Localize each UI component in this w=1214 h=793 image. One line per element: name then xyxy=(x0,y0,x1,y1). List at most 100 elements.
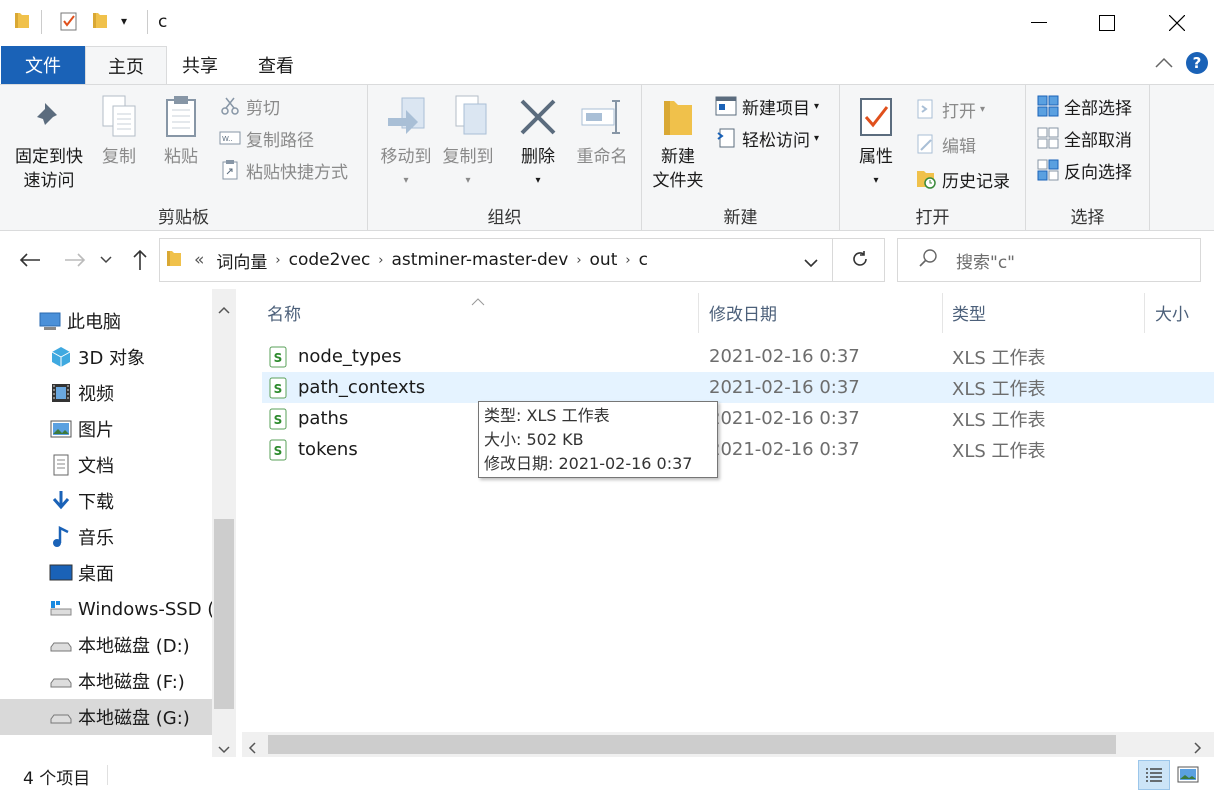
delete-button[interactable]: 删除 ▾ xyxy=(514,93,562,193)
chevron-right-icon[interactable]: › xyxy=(275,253,280,268)
copy-to-button[interactable]: 复制到 ▾ xyxy=(436,93,500,193)
tab-home[interactable]: 主页 xyxy=(85,46,167,85)
minimize-button[interactable] xyxy=(1004,0,1074,46)
nav-item-desktop[interactable]: 桌面 xyxy=(0,555,212,591)
scroll-left-icon[interactable] xyxy=(248,739,256,757)
large-icons-view-button[interactable] xyxy=(1176,765,1200,790)
nav-item-downloads[interactable]: 下载 xyxy=(0,483,212,519)
chevron-right-icon[interactable]: › xyxy=(378,253,383,268)
details-view-button[interactable] xyxy=(1138,760,1170,790)
new-folder-button[interactable]: 新建 文件夹 xyxy=(646,93,710,193)
title-bar: ▾ c xyxy=(0,0,1214,46)
scroll-up-icon[interactable] xyxy=(218,299,230,319)
address-history-dropdown[interactable] xyxy=(804,253,818,273)
file-tooltip: 类型: XLS 工作表 大小: 502 KB 修改日期: 2021-02-16 … xyxy=(478,401,718,478)
scroll-down-icon[interactable] xyxy=(218,739,230,757)
ribbon-tabs: 文件 主页 共享 查看 ? xyxy=(0,46,1214,85)
recent-locations-button[interactable] xyxy=(96,245,116,275)
breadcrumb-item[interactable]: astminer-master-dev xyxy=(392,250,569,270)
excel-file-icon: S xyxy=(268,403,288,434)
paste-shortcut-button[interactable]: 粘贴快捷方式 xyxy=(218,156,348,184)
new-folder-quick-icon[interactable] xyxy=(92,10,108,30)
invert-selection-button[interactable]: 反向选择 xyxy=(1036,156,1132,184)
tab-share[interactable]: 共享 xyxy=(167,46,233,84)
paste-button[interactable]: 粘贴 xyxy=(156,93,206,169)
properties-button[interactable]: 属性 ▾ xyxy=(848,93,904,193)
edit-pencil-icon xyxy=(914,132,938,156)
group-select: 全部选择 全部取消 反向选择 选择 xyxy=(1026,85,1150,231)
forward-button[interactable] xyxy=(61,245,89,275)
file-row[interactable]: S paths 2021-02-16 0:37 XLS 工作表 xyxy=(262,403,1214,434)
copy-icon xyxy=(97,93,141,141)
nav-item-documents[interactable]: 文档 xyxy=(0,447,212,483)
large-icons-view-icon xyxy=(1177,766,1199,783)
breadcrumb-item[interactable]: c xyxy=(639,250,648,270)
up-button[interactable] xyxy=(126,245,154,275)
chevron-right-icon[interactable]: › xyxy=(576,253,581,268)
breadcrumb-overflow[interactable]: « xyxy=(194,250,204,270)
file-row[interactable]: S node_types 2021-02-16 0:37 XLS 工作表 xyxy=(262,341,1214,372)
copy-path-icon: W.. xyxy=(218,126,242,150)
column-header-name[interactable]: 名称 xyxy=(267,289,697,335)
refresh-button[interactable] xyxy=(850,249,870,274)
edit-button[interactable]: 编辑 xyxy=(914,130,976,158)
nav-item-drive-d[interactable]: 本地磁盘 (D:) xyxy=(0,627,212,663)
excel-file-icon: S xyxy=(268,372,288,403)
file-date: 2021-02-16 0:37 xyxy=(709,346,860,367)
file-name: path_contexts xyxy=(298,377,426,398)
properties-quick-icon[interactable] xyxy=(59,10,79,32)
column-header-type[interactable]: 类型 xyxy=(952,289,1142,335)
help-icon[interactable]: ? xyxy=(1185,51,1209,80)
nav-item-3d-objects[interactable]: 3D 对象 xyxy=(0,339,212,375)
file-date: 2021-02-16 0:37 xyxy=(709,408,860,429)
customize-quick-access-icon[interactable]: ▾ xyxy=(121,14,127,28)
breadcrumb-item[interactable]: out xyxy=(590,250,618,270)
pin-quick-access-button[interactable]: 固定到快 速访问 xyxy=(10,93,88,193)
nav-item-drive-f[interactable]: 本地磁盘 (F:) xyxy=(0,663,212,699)
nav-item-music[interactable]: 音乐 xyxy=(0,519,212,555)
file-row[interactable]: S path_contexts 2021-02-16 0:37 XLS 工作表 xyxy=(262,372,1214,403)
ribbon: 固定到快 速访问 复制 粘贴 剪切 W.. 复制路径 粘贴快捷方式 剪贴板 移动… xyxy=(0,84,1214,231)
select-none-button[interactable]: 全部取消 xyxy=(1036,124,1132,152)
chevron-right-icon[interactable]: › xyxy=(625,253,630,268)
collapse-ribbon-icon[interactable] xyxy=(1155,54,1173,74)
column-header-date[interactable]: 修改日期 xyxy=(709,289,939,335)
address-bar[interactable]: « 词向量 › code2vec › astminer-master-dev ›… xyxy=(159,238,885,282)
tab-view[interactable]: 查看 xyxy=(243,46,309,84)
search-input[interactable]: 搜索"c" xyxy=(956,248,1015,273)
excel-file-icon: S xyxy=(268,434,288,465)
breadcrumb-item[interactable]: code2vec xyxy=(289,250,371,270)
folder-icon xyxy=(656,93,700,141)
nav-item-videos[interactable]: 视频 xyxy=(0,375,212,411)
scroll-right-icon[interactable] xyxy=(1194,739,1202,757)
search-box[interactable]: 搜索"c" xyxy=(897,238,1201,282)
move-to-button[interactable]: 移动到 ▾ xyxy=(374,93,438,193)
close-button[interactable] xyxy=(1142,0,1212,46)
nav-item-drive-g[interactable]: 本地磁盘 (G:) xyxy=(0,699,212,735)
column-header-size[interactable]: 大小 xyxy=(1155,289,1214,335)
copy-path-button[interactable]: W.. 复制路径 xyxy=(218,124,314,152)
nav-item-pictures[interactable]: 图片 xyxy=(0,411,212,447)
open-button[interactable]: 打开 ▾ xyxy=(914,95,985,123)
cut-button[interactable]: 剪切 xyxy=(218,92,280,120)
file-list-horizontal-scrollbar[interactable] xyxy=(242,732,1214,757)
svg-text:W..: W.. xyxy=(222,135,233,143)
nav-item-windows-ssd[interactable]: Windows-SSD ( xyxy=(0,591,212,627)
svg-text:S: S xyxy=(274,444,283,458)
horizontal-scroll-thumb[interactable] xyxy=(268,735,1116,754)
tab-file[interactable]: 文件 xyxy=(1,46,85,84)
rename-button[interactable]: 重命名 xyxy=(570,93,634,169)
nav-item-this-pc[interactable]: 此电脑 xyxy=(0,303,212,339)
back-button[interactable] xyxy=(16,245,44,275)
new-item-button[interactable]: 新建项目 ▾ xyxy=(714,92,819,120)
select-all-button[interactable]: 全部选择 xyxy=(1036,92,1132,120)
file-row[interactable]: S tokens 2021-02-16 0:37 XLS 工作表 xyxy=(262,434,1214,465)
copy-button[interactable]: 复制 xyxy=(94,93,144,169)
nav-pane-scrollbar[interactable] xyxy=(212,289,236,757)
maximize-button[interactable] xyxy=(1072,0,1142,46)
file-date: 2021-02-16 0:37 xyxy=(709,377,860,398)
history-button[interactable]: 历史记录 xyxy=(914,165,1010,193)
breadcrumb-item[interactable]: 词向量 xyxy=(216,248,267,273)
nav-pane-scroll-thumb[interactable] xyxy=(214,519,234,709)
easy-access-button[interactable]: 轻松访问 ▾ xyxy=(714,124,819,152)
